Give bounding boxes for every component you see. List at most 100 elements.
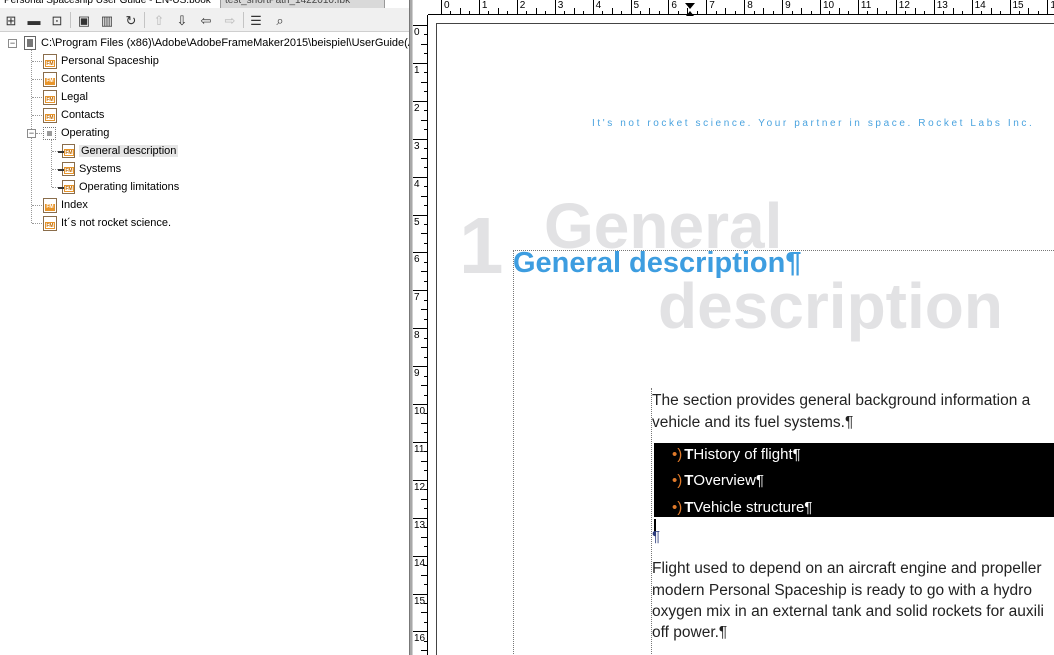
ruler-v-minor-tick — [424, 621, 428, 623]
ruler-v-minor-tick — [424, 53, 428, 55]
body-line-3[interactable]: oxygen mix in an external tank and solid… — [652, 601, 1044, 623]
ruler-h-major-tick — [857, 0, 859, 15]
ruler-v-major-tick — [413, 404, 428, 405]
ruler-h-number: 15 — [1012, 0, 1024, 11]
ruler-h-minor-tick — [886, 11, 888, 15]
bullet-item-vehicle-structure[interactable]: •) TVehicle structure¶ — [672, 498, 812, 518]
ruler-v-minor-tick — [424, 280, 428, 282]
ruler-h-minor-tick — [488, 11, 490, 15]
bullet-item-history[interactable]: •) THistory of flight¶ — [672, 445, 801, 465]
tree-item-systems[interactable]: FM Systems — [58, 160, 121, 178]
ruler-h-minor-tick — [611, 8, 613, 15]
delete-icon[interactable]: ▥ — [98, 11, 116, 29]
ruler-h-major-tick — [820, 0, 821, 15]
body-line-1[interactable]: Flight used to depend on an aircraft eng… — [652, 558, 1042, 580]
ruler-h-number: 9 — [785, 0, 791, 11]
ruler-h-minor-tick — [753, 11, 755, 15]
search-icon[interactable]: ⌕ — [271, 11, 289, 29]
add-file-icon[interactable]: ⊞ — [2, 11, 20, 29]
move-right-icon[interactable]: ⇨ — [221, 11, 239, 29]
move-down-icon[interactable]: ⇩ — [173, 11, 191, 29]
ruler-v-minor-tick — [421, 612, 428, 614]
ruler-h-number: 16 — [1050, 0, 1054, 11]
running-header[interactable]: It's not rocket science. Your partner in… — [592, 118, 1034, 129]
ruler-v-minor-tick — [421, 422, 428, 424]
ruler-v-minor-tick — [424, 205, 428, 207]
ruler-v-number: 2 — [414, 102, 420, 114]
tree-item-legal[interactable]: FM Legal — [43, 88, 88, 106]
ruler-h-minor-tick — [526, 11, 528, 15]
ruler-h-major-tick — [706, 0, 708, 15]
ruler-v-number: 0 — [414, 27, 420, 38]
tab-book-user-guide[interactable]: Personal Spaceship User Guide - EN-US.bo… — [0, 0, 218, 8]
move-left-icon[interactable]: ⇦ — [197, 11, 215, 29]
ruler-v-major-tick — [413, 100, 428, 102]
ruler-h-number: 1 — [481, 0, 488, 11]
ruler-h-minor-tick — [658, 11, 660, 15]
ruler-h-major-tick — [630, 0, 632, 15]
ruler-h-minor-tick — [838, 8, 840, 15]
ruler-v-minor-tick — [424, 527, 428, 529]
ruler-v-number: 3 — [414, 140, 420, 152]
tree-item-general-description[interactable]: FM General description — [58, 142, 179, 160]
empty-paragraph-mark[interactable]: ¶ — [652, 528, 660, 545]
ruler-v-minor-tick — [424, 565, 428, 567]
ruler-v-major-tick — [413, 328, 428, 330]
move-up-icon[interactable]: ⇧ — [150, 11, 168, 29]
ruler-v-major-tick — [413, 441, 428, 443]
ruler-h-major-tick — [478, 0, 480, 15]
tree-item-personal-spaceship[interactable]: FM Personal Spaceship — [43, 52, 159, 70]
ruler-h-major-tick — [1047, 0, 1049, 15]
ruler-h-minor-tick — [545, 11, 547, 15]
ruler-v-minor-tick — [421, 233, 428, 235]
ruler-h-minor-tick — [450, 11, 452, 15]
ruler-v-minor-tick — [424, 261, 428, 263]
ruler-h-major-tick — [933, 0, 935, 15]
refresh-icon[interactable]: ↻ — [122, 11, 140, 29]
vertical-ruler[interactable]: 0 1 2 3 4 5 6 7 8 9 10 11 12 13 14 15 16 — [413, 15, 428, 655]
ruler-v-minor-tick — [424, 186, 428, 188]
ruler-h-minor-tick — [677, 11, 679, 15]
add-group-icon[interactable]: ⊡ — [48, 11, 66, 29]
ruler-h-major-tick — [554, 0, 556, 15]
ruler-h-minor-tick — [459, 8, 461, 15]
ruler-v-minor-tick — [424, 167, 428, 169]
section-heading[interactable]: General description¶ — [513, 246, 802, 280]
ruler-h-minor-tick — [867, 11, 869, 15]
ruler-v-minor-tick — [421, 650, 428, 652]
operating-collapse-toggle[interactable]: − — [27, 129, 36, 138]
body-line-4[interactable]: off power.¶ — [652, 622, 727, 644]
ruler-h-number: 6 — [671, 0, 677, 11]
tree-item-operating-limitations[interactable]: FM Operating limitations — [58, 178, 179, 196]
chapter-number[interactable]: 1 — [459, 206, 504, 286]
bullet-item-overview[interactable]: •) TOverview¶ — [672, 471, 764, 491]
tab-test-shortpath[interactable]: test_shortPath_1422010.fbk — [220, 0, 385, 8]
fm-file-icon: FM — [43, 71, 57, 87]
ruler-h-minor-tick — [848, 11, 850, 15]
ruler-v-minor-tick — [424, 640, 428, 642]
ruler-v-number: 13 — [414, 519, 426, 531]
intro-line-1[interactable]: The section provides general background … — [652, 390, 1030, 412]
fm-file-icon: FM — [58, 180, 75, 194]
tree-item-not-rocket-science[interactable]: FM It´s not rocket science. — [43, 214, 171, 232]
ruler-v-minor-tick — [424, 508, 428, 510]
list-icon[interactable]: ☰ — [247, 11, 265, 29]
horizontal-ruler[interactable]: 012345678910111213141516 — [413, 0, 1054, 15]
tree-item-index[interactable]: FM Index — [43, 196, 88, 214]
ruler-v-minor-tick — [424, 546, 428, 548]
tree-root[interactable]: C:\Program Files (x86)\Adobe\AdobeFrameM… — [24, 34, 409, 52]
add-folder-icon[interactable]: ▬ — [25, 11, 43, 29]
tree-item-operating[interactable]: Operating — [43, 124, 109, 142]
ruler-v-number: 6 — [414, 254, 420, 266]
ruler-v-major-tick — [413, 62, 428, 64]
document-canvas[interactable]: It's not rocket science. Your partner in… — [429, 16, 1054, 655]
ruler-v-minor-tick — [424, 110, 428, 112]
root-collapse-toggle[interactable]: − — [8, 39, 17, 48]
tree-item-contents[interactable]: FM Contents — [43, 70, 105, 88]
tree-item-contacts[interactable]: FM Contacts — [43, 106, 104, 124]
first-indent-marker-icon[interactable] — [685, 3, 695, 9]
ruler-h-minor-tick — [573, 8, 575, 15]
body-line-2[interactable]: modern Personal Spaceship is ready to go… — [652, 580, 1032, 602]
save-icon[interactable]: ▣ — [75, 11, 93, 29]
intro-line-2[interactable]: vehicle and its fuel systems.¶ — [652, 412, 853, 434]
